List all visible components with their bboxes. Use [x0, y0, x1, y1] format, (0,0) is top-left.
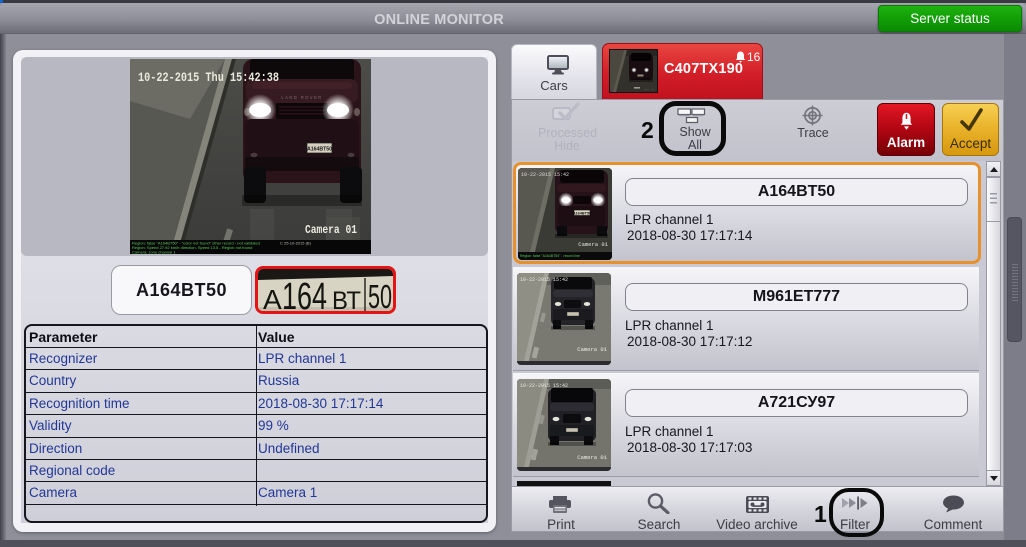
svg-text:Camera 01: Camera 01 [578, 241, 608, 248]
svg-text:Region: false "A164BT50" - rec: Region: false "A164BT50" - record line [520, 254, 580, 258]
svg-text:C 25-10-2015 (B): C 25-10-2015 (B) [280, 241, 312, 246]
svg-text:Camera 01: Camera 01 [577, 346, 607, 353]
svg-text:10-22-2015 15:42: 10-22-2015 15:42 [520, 277, 568, 283]
svg-text:A164BT50: A164BT50 [307, 147, 332, 153]
svg-text:ВТ: ВТ [332, 287, 361, 311]
svg-text:10-22-2015 Thu 15:42:38: 10-22-2015 Thu 15:42:38 [138, 70, 279, 85]
svg-text:10-22-2015 15:42: 10-22-2015 15:42 [521, 172, 569, 178]
svg-text:-- -: -- - [644, 88, 654, 92]
svg-text:Camera: zone channel 1: Camera: zone channel 1 [132, 250, 176, 255]
svg-text:А: А [263, 284, 282, 311]
svg-text:A164BT50: A164BT50 [573, 212, 591, 216]
svg-text:164: 164 [282, 276, 327, 311]
svg-text:LAND ROVER: LAND ROVER [281, 95, 322, 100]
svg-text:Camera 01: Camera 01 [577, 454, 607, 461]
svg-text:50: 50 [368, 278, 392, 311]
svg-text:Camera 01: Camera 01 [305, 223, 357, 237]
svg-text:10-22-2015 15:42: 10-22-2015 15:42 [520, 383, 568, 389]
